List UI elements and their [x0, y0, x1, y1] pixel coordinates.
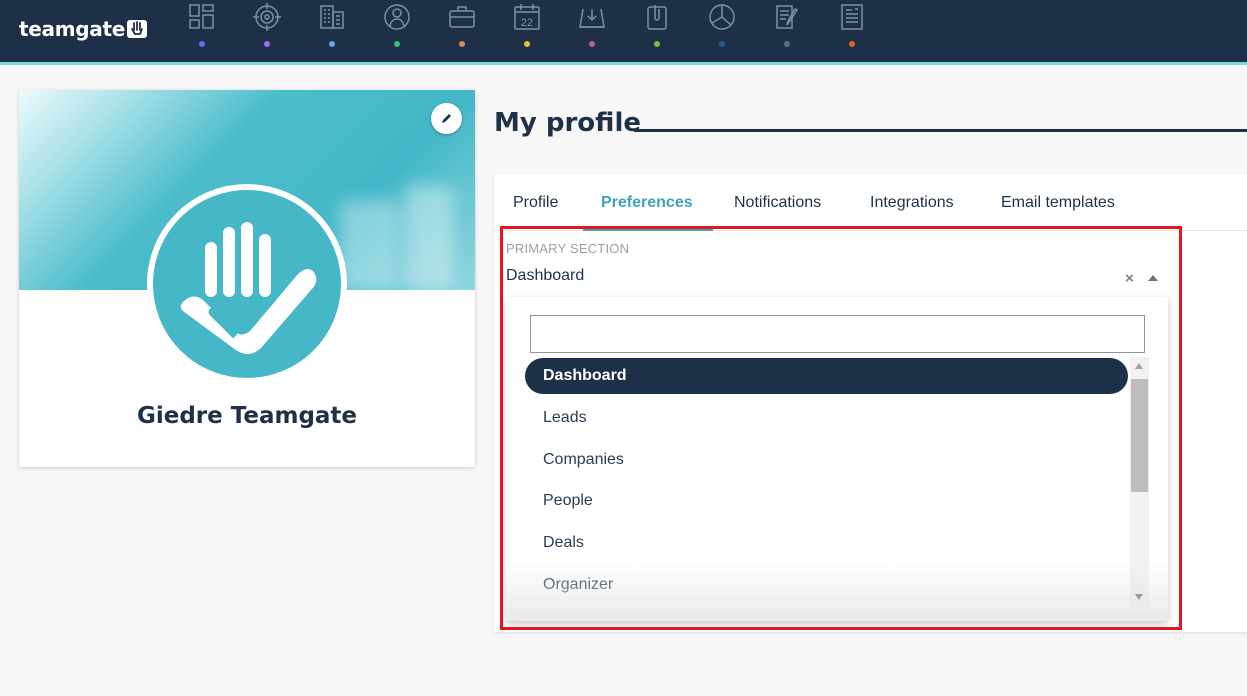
- hand-logo-icon: [127, 20, 147, 38]
- profile-name: Giedre Teamgate: [136, 403, 358, 429]
- avatar[interactable]: [147, 184, 347, 384]
- nav-dot: [589, 41, 595, 47]
- nav-dashboard[interactable]: [187, 3, 217, 53]
- calendar-icon: 22: [514, 4, 540, 30]
- nav-deals[interactable]: [447, 3, 477, 53]
- person-icon: [384, 4, 410, 30]
- tab-notifications[interactable]: Notifications: [734, 194, 821, 212]
- nav-dot: [849, 41, 855, 47]
- nav-invoices[interactable]: [837, 3, 867, 53]
- nav-dot: [654, 41, 660, 47]
- page-title: My profile: [494, 108, 641, 138]
- notes-icon: [776, 5, 799, 29]
- primary-section-dropdown: Dashboard Leads Companies People Deals O…: [506, 297, 1168, 621]
- navbar-accent-line: [0, 62, 1247, 65]
- target-icon: [253, 3, 281, 31]
- nav-inbox[interactable]: [577, 3, 607, 53]
- tab-profile[interactable]: Profile: [513, 194, 558, 212]
- title-divider: [634, 129, 1247, 132]
- nav-dot: [719, 41, 725, 47]
- nav-dot: [394, 41, 400, 47]
- nav-dot: [264, 41, 270, 47]
- chevron-up-icon[interactable]: [1148, 275, 1158, 281]
- pie-chart-icon: [709, 4, 735, 30]
- nav-dot: [459, 41, 465, 47]
- nav-notes[interactable]: [772, 3, 802, 53]
- pencil-icon: [442, 114, 451, 123]
- tab-bar: Profile Preferences Notifications Integr…: [494, 174, 1247, 231]
- calendar-day: 22: [521, 17, 533, 29]
- dropdown-option-companies[interactable]: Companies: [525, 442, 1128, 478]
- dropdown-scrollbar[interactable]: [1130, 357, 1149, 607]
- tab-integrations[interactable]: Integrations: [870, 194, 954, 212]
- nav-dot: [784, 41, 790, 47]
- teamgate-logo[interactable]: teamgate: [19, 17, 147, 41]
- nav-dot: [329, 41, 335, 47]
- briefcase-icon: [449, 6, 475, 28]
- edit-profile-button[interactable]: [431, 103, 462, 134]
- hand-logo-icon: [180, 222, 317, 354]
- nav-companies[interactable]: [317, 3, 347, 53]
- select-value: Dashboard: [506, 267, 585, 284]
- nav-organizer[interactable]: 22: [512, 3, 542, 53]
- nav-dot: [199, 41, 205, 47]
- clear-icon[interactable]: ×: [1125, 270, 1134, 287]
- dropdown-option-dashboard[interactable]: Dashboard: [525, 358, 1128, 394]
- nav-people[interactable]: [382, 3, 412, 53]
- paperclip-icon: [647, 5, 667, 30]
- nav-reports[interactable]: [707, 3, 737, 53]
- dropdown-option-people[interactable]: People: [525, 483, 1128, 519]
- dropdown-option-leads[interactable]: Leads: [525, 400, 1128, 436]
- tab-email-templates[interactable]: Email templates: [1001, 194, 1115, 212]
- top-navbar: teamgate 22: [0, 0, 1247, 62]
- nav-files[interactable]: [642, 3, 672, 53]
- tab-preferences[interactable]: Preferences: [601, 194, 693, 212]
- scrollbar-thumb[interactable]: [1131, 379, 1148, 492]
- primary-section-select[interactable]: Dashboard ×: [506, 264, 1170, 294]
- scroll-down-arrow-icon[interactable]: [1135, 594, 1143, 600]
- inbox-icon: [579, 8, 605, 28]
- dashboard-icon: [189, 4, 214, 29]
- logo-text: teamgate: [19, 17, 125, 41]
- nav-leads[interactable]: [252, 3, 282, 53]
- dropdown-search-input[interactable]: [530, 315, 1145, 353]
- dropdown-option-organizer[interactable]: Organizer: [525, 567, 1128, 603]
- active-tab-indicator: [583, 228, 713, 231]
- nav-dot: [524, 41, 530, 47]
- scroll-up-arrow-icon[interactable]: [1135, 363, 1143, 369]
- building-icon: [320, 5, 344, 29]
- dropdown-option-deals[interactable]: Deals: [525, 525, 1128, 561]
- invoice-icon: [841, 4, 863, 30]
- profile-card: Giedre Teamgate: [19, 90, 475, 467]
- primary-section-label: PRIMARY SECTION: [506, 241, 630, 256]
